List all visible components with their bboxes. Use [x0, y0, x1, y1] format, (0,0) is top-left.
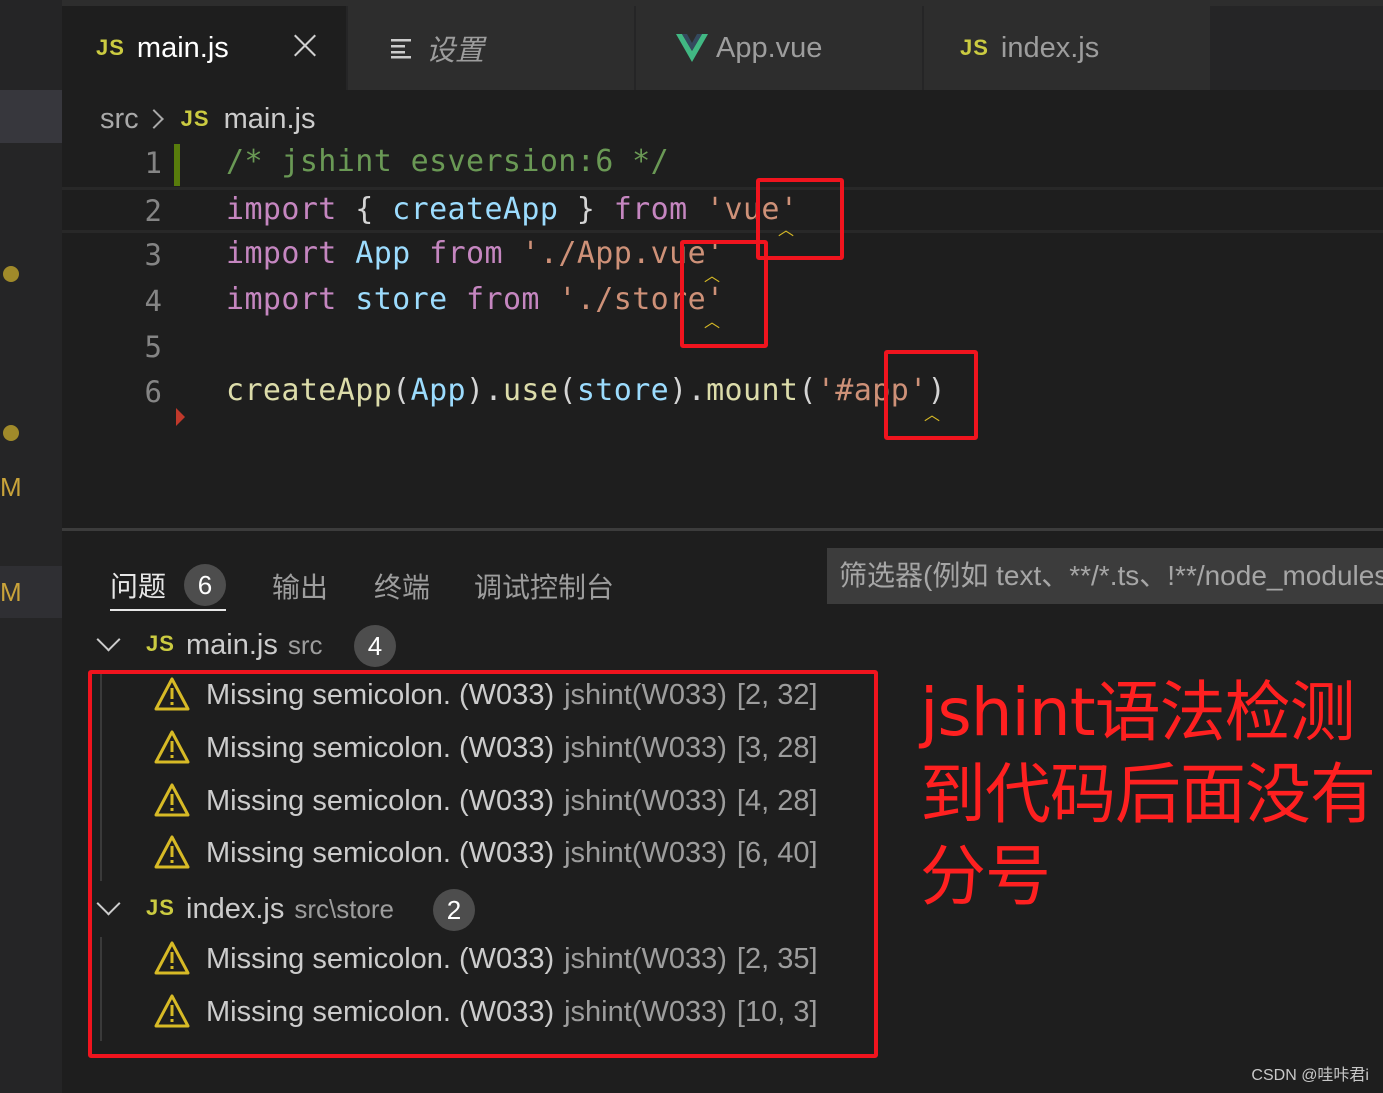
line-number: 5 [144, 330, 162, 364]
highlight-box [680, 240, 768, 348]
group-count-badge: 4 [354, 625, 396, 667]
line-number: 4 [144, 284, 162, 318]
breadcrumb-folder[interactable]: src [100, 103, 139, 136]
code-token: ( [392, 373, 411, 408]
code-text: createApp(App).use(store).mount('#app') [226, 373, 946, 408]
annotation-note: jshint语法检测 到代码后面没有 分号 [920, 672, 1380, 918]
highlight-box [88, 670, 878, 1058]
code-token: ). [466, 373, 503, 408]
code-line[interactable]: 1 /* jshint esversion:6 */ [62, 142, 1383, 188]
line-number: 1 [144, 146, 162, 180]
highlight-box [884, 350, 978, 440]
tab-output[interactable]: 输出 [272, 561, 328, 611]
code-text: import App from './App.vue' [226, 236, 725, 271]
line-number: 3 [144, 238, 162, 272]
code-token: /* jshint esversion:6 */ [226, 144, 670, 179]
modified-dot [3, 266, 19, 282]
js-file-icon: JS [960, 35, 989, 60]
activity-strip: M M [0, 0, 62, 1093]
tab-index-js[interactable]: JS index.js [924, 6, 1212, 90]
group-title: main.js src [186, 629, 323, 662]
settings-menu-icon [391, 39, 411, 59]
tab-problems[interactable]: 问题 6 [110, 561, 227, 611]
code-token: } [558, 192, 614, 227]
annotation-line: 到代码后面没有 [920, 756, 1376, 833]
watermark: CSDN @哇咔君i [1251, 1067, 1369, 1084]
modified-badge: M [0, 577, 22, 607]
code-token: import [226, 236, 337, 271]
tab-label: index.js [1000, 31, 1100, 64]
code-token: mount [706, 373, 799, 408]
tab-label: main.js [136, 31, 229, 64]
editor-tab-bar: JS main.js 设置 App.vue JS index.js [62, 0, 1383, 90]
tab-settings[interactable]: 设置 [348, 6, 636, 90]
problems-count-badge: 6 [184, 564, 227, 606]
code-text: /* jshint esversion:6 */ [226, 144, 669, 179]
line-number: 2 [144, 194, 162, 228]
panel-tab-label: 问题 [110, 571, 167, 602]
js-file-icon: JS [146, 631, 175, 656]
panel-tab-label: 终端 [374, 572, 431, 603]
code-text: import store from './store' [226, 282, 725, 317]
breadcrumb: src JS main.js [100, 100, 315, 138]
code-token: store [355, 282, 448, 317]
tab-label: 设置 [426, 35, 485, 67]
code-token: from [613, 192, 688, 227]
group-file-path: src [287, 630, 323, 660]
code-token: ( [558, 373, 577, 408]
code-token: createApp [392, 192, 559, 227]
tab-app-vue[interactable]: App.vue [636, 6, 924, 90]
code-line[interactable]: 6 createApp(App).use(store).mount('#app'… [62, 371, 1383, 424]
code-token: ( [798, 373, 817, 408]
code-token: from [429, 236, 503, 271]
collapse-arrow-icon[interactable] [176, 408, 185, 426]
panel-tab-label: 调试控制台 [474, 572, 615, 603]
git-change-marker [174, 144, 180, 186]
annotation-line: jshint语法检测 [920, 674, 1356, 751]
breadcrumb-file[interactable]: main.js [224, 103, 316, 136]
chevron-down-icon[interactable] [96, 627, 121, 652]
group-file-name: main.js [186, 629, 278, 661]
activity-selected-row[interactable] [0, 90, 62, 143]
annotation-line: 分号 [920, 838, 1051, 915]
close-icon[interactable] [292, 32, 318, 58]
code-token: import [226, 282, 337, 317]
code-token: { [336, 192, 393, 227]
code-token: App [410, 373, 467, 408]
panel-tab-label: 输出 [272, 572, 329, 603]
chevron-right-icon [143, 109, 164, 129]
tab-terminal[interactable]: 终端 [374, 561, 430, 611]
code-token: from [466, 282, 540, 317]
tab-debug-console[interactable]: 调试控制台 [474, 561, 614, 611]
code-token: import [226, 192, 337, 227]
code-text: import { createApp } from 'vue' [226, 192, 798, 227]
js-file-icon: JS [96, 35, 125, 60]
vue-file-icon [676, 34, 708, 62]
code-token: App [355, 236, 411, 271]
tab-label: App.vue [716, 31, 823, 64]
problems-filter-input[interactable]: 筛选器(例如 text、**/*.ts、!**/node_modules/**) [827, 548, 1383, 604]
code-token: use [502, 373, 559, 408]
code-token: store [576, 373, 670, 408]
modified-badge: M [0, 472, 22, 502]
code-token: ). [669, 373, 707, 408]
code-token: createApp [226, 373, 393, 408]
js-file-icon: JS [180, 106, 210, 131]
line-number: 6 [144, 375, 162, 409]
code-line[interactable]: 2 import { createApp } from 'vue' ︿ [62, 187, 1383, 239]
problem-group-main-js[interactable]: JS main.js src 4 [62, 621, 1062, 673]
highlight-box [756, 178, 844, 260]
modified-dot [3, 425, 19, 441]
tab-main-js[interactable]: JS main.js [62, 6, 348, 90]
